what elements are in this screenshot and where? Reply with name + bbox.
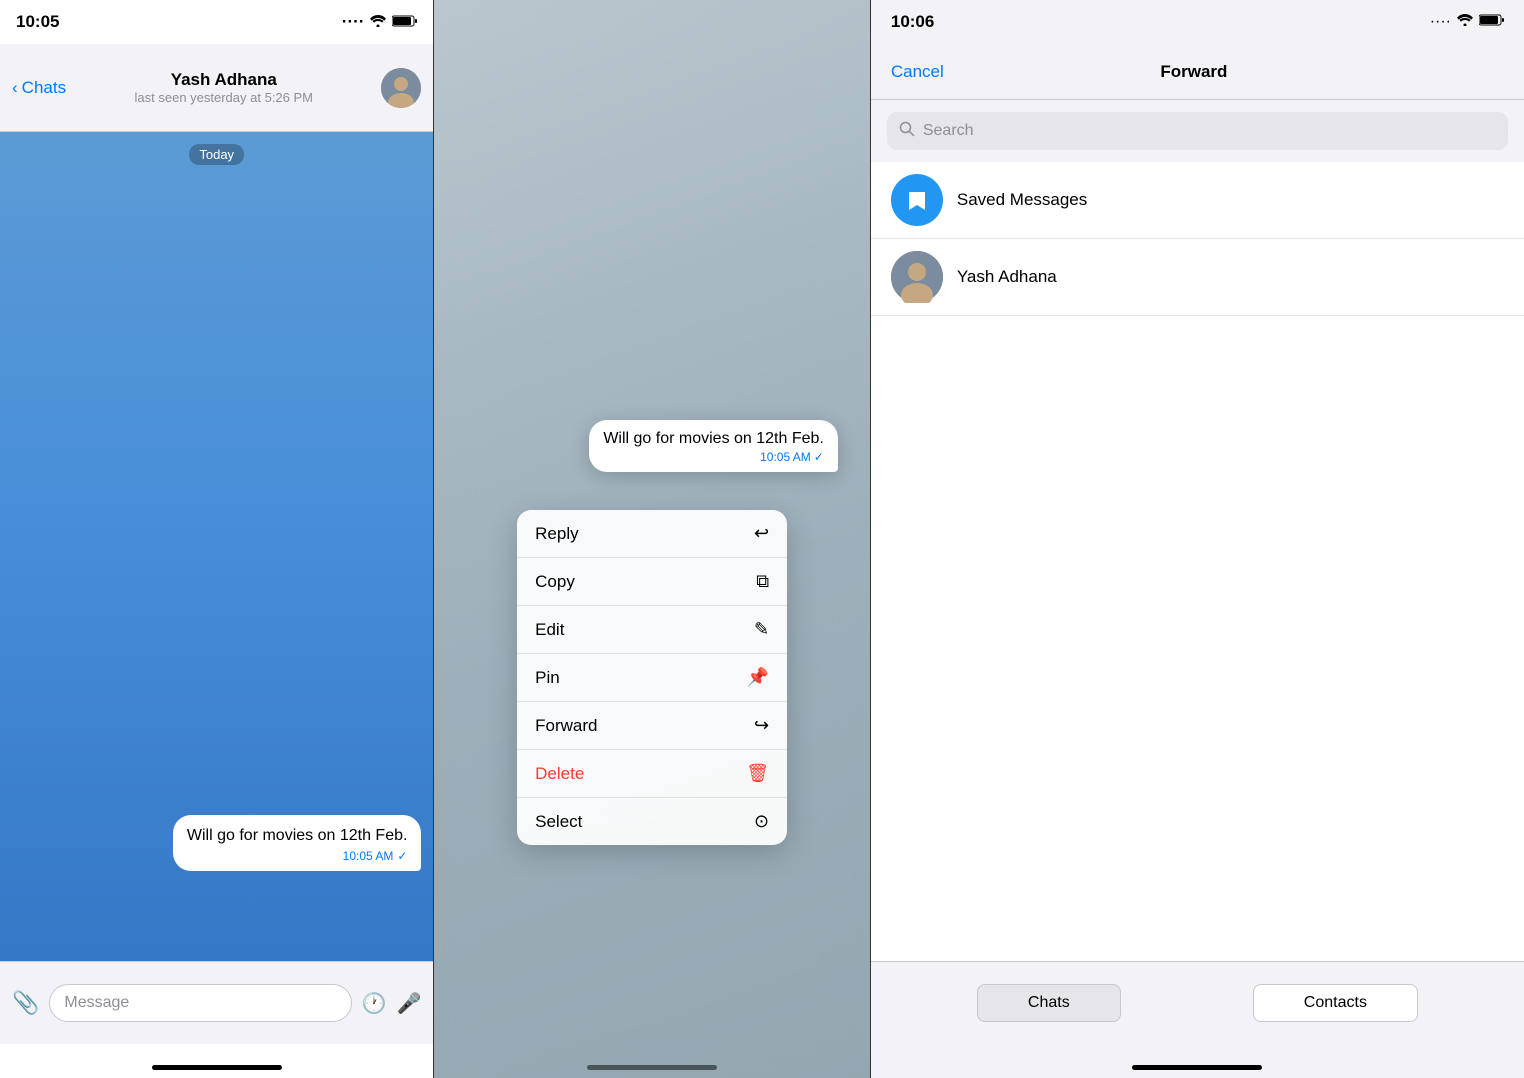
edit-label: Edit — [535, 620, 564, 640]
chat-screen: 10:05 ···· ‹ Chats — [0, 0, 433, 1078]
forward-screen: 10:06 ···· Cancel Forward — [871, 0, 1524, 1078]
context-menu: Reply ↩ Copy ⧉ Edit ✎ Pin 📌 Forward ↪ De… — [517, 510, 787, 845]
message-input[interactable]: Message — [49, 984, 351, 1022]
read-check-icon: ✓ — [397, 849, 407, 863]
check-icon: ✓ — [814, 450, 824, 464]
forward-item-saved[interactable]: Saved Messages — [871, 162, 1524, 239]
menu-item-copy[interactable]: Copy ⧉ — [517, 558, 787, 606]
wifi-icon — [370, 12, 386, 32]
message-meta: 10:05 AM ✓ — [187, 849, 408, 863]
home-bar — [587, 1065, 717, 1070]
avatar[interactable] — [381, 68, 421, 108]
input-right-icons: 🕐 🎤 — [362, 991, 422, 1016]
saved-messages-avatar — [891, 174, 943, 226]
message-time: 10:05 AM — [343, 849, 394, 863]
copy-icon: ⧉ — [756, 571, 769, 592]
yash-avatar — [891, 251, 943, 303]
tab-contacts[interactable]: Contacts — [1253, 984, 1418, 1022]
back-button[interactable]: ‹ Chats — [12, 78, 66, 98]
chevron-left-icon: ‹ — [12, 78, 18, 98]
forward-contacts-list: Saved Messages Yash Adhana — [871, 162, 1524, 961]
chat-background: Today Will go for movies on 12th Feb. 10… — [0, 132, 433, 961]
status-time: 10:05 — [16, 12, 59, 32]
home-bar — [152, 1065, 282, 1070]
context-menu-screen: Will go for movies on 12th Feb. 10:05 AM… — [434, 0, 869, 1078]
context-message-text: Will go for movies on 12th Feb. — [603, 430, 824, 448]
signal-icon: ···· — [342, 12, 365, 32]
forward-nav: Cancel Forward — [871, 44, 1524, 100]
back-label: Chats — [22, 78, 66, 98]
mic-icon[interactable]: 🎤 — [397, 991, 422, 1016]
home-indicator — [434, 1044, 869, 1078]
reply-label: Reply — [535, 524, 578, 544]
forward-icon: ↪ — [754, 715, 769, 736]
select-label: Select — [535, 812, 582, 832]
search-placeholder: Search — [923, 122, 974, 140]
bottom-tabs: Chats Contacts — [871, 961, 1524, 1044]
nav-center: Yash Adhana last seen yesterday at 5:26 … — [66, 70, 381, 105]
date-badge: Today — [12, 144, 421, 165]
status-icons: ···· — [1430, 13, 1504, 31]
search-icon — [899, 121, 915, 142]
battery-icon — [1479, 13, 1504, 31]
menu-item-forward[interactable]: Forward ↪ — [517, 702, 787, 750]
message-text: Will go for movies on 12th Feb. — [187, 825, 408, 847]
context-message-bubble: Will go for movies on 12th Feb. 10:05 AM… — [589, 420, 838, 472]
cancel-button[interactable]: Cancel — [891, 62, 944, 82]
delete-icon: 🗑 — [746, 763, 769, 784]
copy-label: Copy — [535, 572, 575, 592]
home-bar — [1132, 1065, 1262, 1070]
menu-item-select[interactable]: Select ⊙ — [517, 798, 787, 845]
yash-name: Yash Adhana — [957, 267, 1057, 287]
select-icon: ⊙ — [754, 811, 769, 832]
search-bar[interactable]: Search — [887, 112, 1508, 150]
signal-icon: ···· — [1430, 13, 1451, 31]
menu-item-delete[interactable]: Delete 🗑 — [517, 750, 787, 798]
saved-messages-name: Saved Messages — [957, 190, 1087, 210]
message-bubble[interactable]: Will go for movies on 12th Feb. 10:05 AM… — [173, 815, 422, 871]
status-bar: 10:06 ···· — [871, 0, 1524, 44]
nav-bar: ‹ Chats Yash Adhana last seen yesterday … — [0, 44, 433, 132]
battery-icon — [392, 12, 417, 32]
input-placeholder: Message — [64, 994, 129, 1012]
tab-chats[interactable]: Chats — [977, 984, 1121, 1022]
input-bar: 📎 Message 🕐 🎤 — [0, 961, 433, 1044]
home-indicator — [0, 1044, 433, 1078]
wifi-icon — [1457, 13, 1473, 31]
status-bar: 10:05 ···· — [0, 0, 433, 44]
contact-name: Yash Adhana — [171, 70, 277, 90]
context-message-meta: 10:05 AM ✓ — [603, 450, 824, 464]
menu-item-reply[interactable]: Reply ↩ — [517, 510, 787, 558]
emoji-icon[interactable]: 🕐 — [362, 991, 387, 1016]
home-indicator — [871, 1044, 1524, 1078]
attach-button[interactable]: 📎 — [12, 990, 39, 1016]
pin-icon: 📌 — [747, 667, 769, 688]
menu-item-edit[interactable]: Edit ✎ — [517, 606, 787, 654]
forward-item-yash[interactable]: Yash Adhana — [871, 239, 1524, 316]
status-icons: ···· — [342, 12, 418, 32]
context-message-time: 10:05 AM — [760, 450, 811, 464]
status-time: 10:06 — [891, 12, 934, 32]
contact-status: last seen yesterday at 5:26 PM — [135, 90, 313, 105]
forward-title: Forward — [944, 62, 1444, 82]
forward-label: Forward — [535, 716, 597, 736]
menu-item-pin[interactable]: Pin 📌 — [517, 654, 787, 702]
reply-icon: ↩ — [754, 523, 769, 544]
delete-label: Delete — [535, 764, 584, 784]
edit-icon: ✎ — [754, 619, 769, 640]
pin-label: Pin — [535, 668, 560, 688]
